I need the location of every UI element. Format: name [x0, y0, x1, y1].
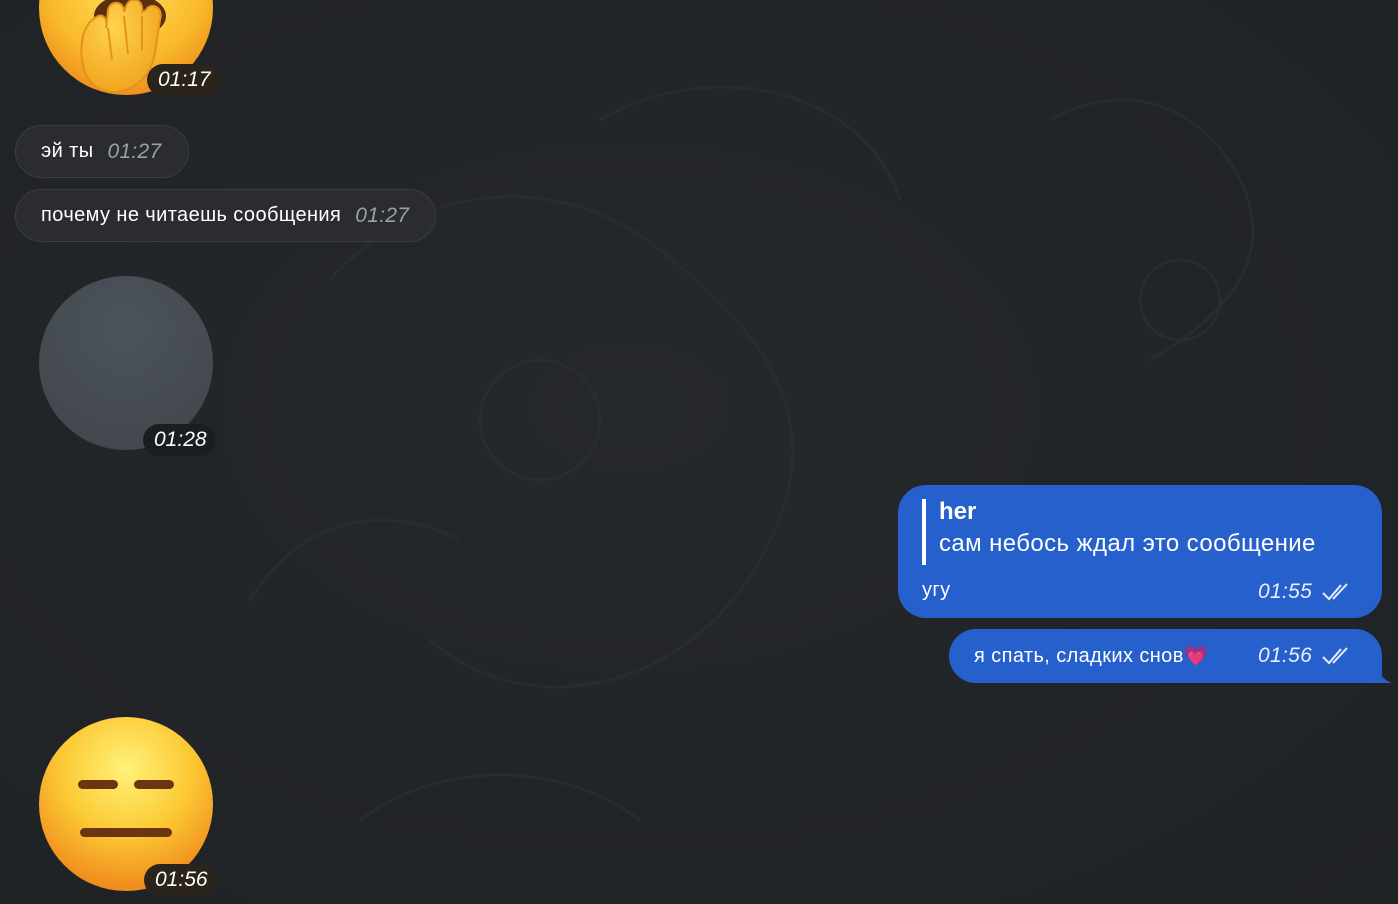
message-text: эй ты: [41, 140, 94, 162]
sticker-time: 01:56: [144, 864, 217, 896]
message-text: почему не читаешь сообщения: [41, 204, 342, 226]
message-text: я спать, сладких снов💗: [974, 645, 1210, 667]
message-time: 01:55: [1258, 580, 1313, 603]
double-check-icon: [1322, 647, 1348, 665]
reply-author: her: [939, 498, 977, 525]
outgoing-message-bubble[interactable]: я спать, сладких снов💗 01:56: [949, 629, 1382, 683]
incoming-message-bubble[interactable]: почему не читаешь сообщения 01:27: [15, 189, 437, 242]
incoming-message-bubble[interactable]: эй ты 01:27: [15, 125, 189, 178]
message-time: 01:27: [355, 203, 410, 227]
message-time: 01:56: [1258, 644, 1313, 667]
message-text: угу: [922, 579, 951, 601]
outgoing-reply-bubble[interactable]: her сам небось ждал это сообщение угу 01…: [898, 485, 1382, 618]
reply-quote[interactable]: her сам небось ждал это сообщение: [922, 498, 1316, 565]
double-check-icon: [1322, 583, 1348, 601]
sticker-time: 01:28: [143, 424, 216, 456]
reply-quoted-text: сам небось ждал это сообщение: [939, 530, 1316, 557]
bubble-tail: [1376, 666, 1392, 683]
sticker-time: 01:17: [147, 64, 220, 96]
message-time: 01:27: [107, 139, 162, 163]
